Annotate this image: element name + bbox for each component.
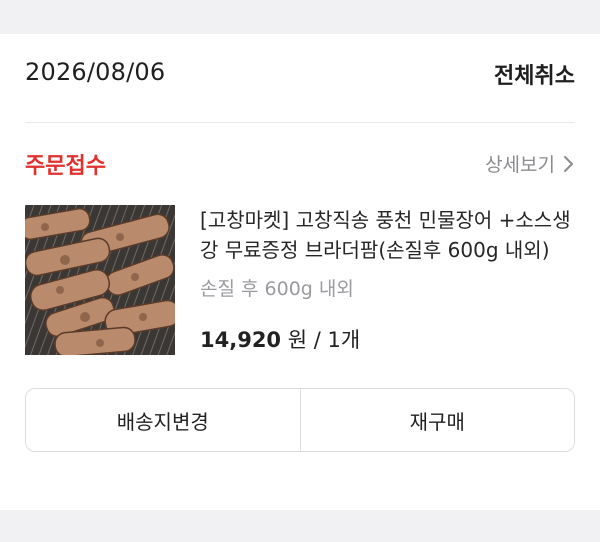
order-action-buttons: 배송지변경 재구매 bbox=[25, 388, 575, 452]
product-quantity: 1개 bbox=[327, 328, 361, 352]
order-date: 2026/08/06 bbox=[25, 58, 166, 86]
product-thumbnail[interactable] bbox=[25, 205, 175, 355]
price-separator: / bbox=[313, 328, 321, 352]
change-address-button[interactable]: 배송지변경 bbox=[26, 389, 300, 451]
divider bbox=[25, 122, 575, 123]
chevron-right-icon bbox=[564, 155, 573, 172]
bottom-separator-band bbox=[0, 510, 600, 542]
view-details-link[interactable]: 상세보기 bbox=[485, 150, 575, 177]
product-price: 14,920 bbox=[200, 328, 282, 352]
price-currency: 원 bbox=[287, 328, 308, 352]
grilled-eel-image bbox=[25, 205, 175, 355]
product-option: 손질 후 600g 내외 bbox=[200, 278, 354, 300]
top-separator-band bbox=[0, 0, 600, 34]
cancel-all-button[interactable]: 전체취소 bbox=[494, 58, 575, 90]
reorder-button[interactable]: 재구매 bbox=[299, 389, 574, 451]
product-title[interactable]: [고창마켓] 고창직송 풍천 민물장어 +소스생강 무료증정 브라더팜(손질후 … bbox=[200, 205, 575, 265]
product-price-row: 14,920 원 / 1개 bbox=[200, 324, 360, 354]
order-status: 주문접수 bbox=[25, 154, 106, 179]
view-details-label: 상세보기 bbox=[485, 154, 555, 176]
